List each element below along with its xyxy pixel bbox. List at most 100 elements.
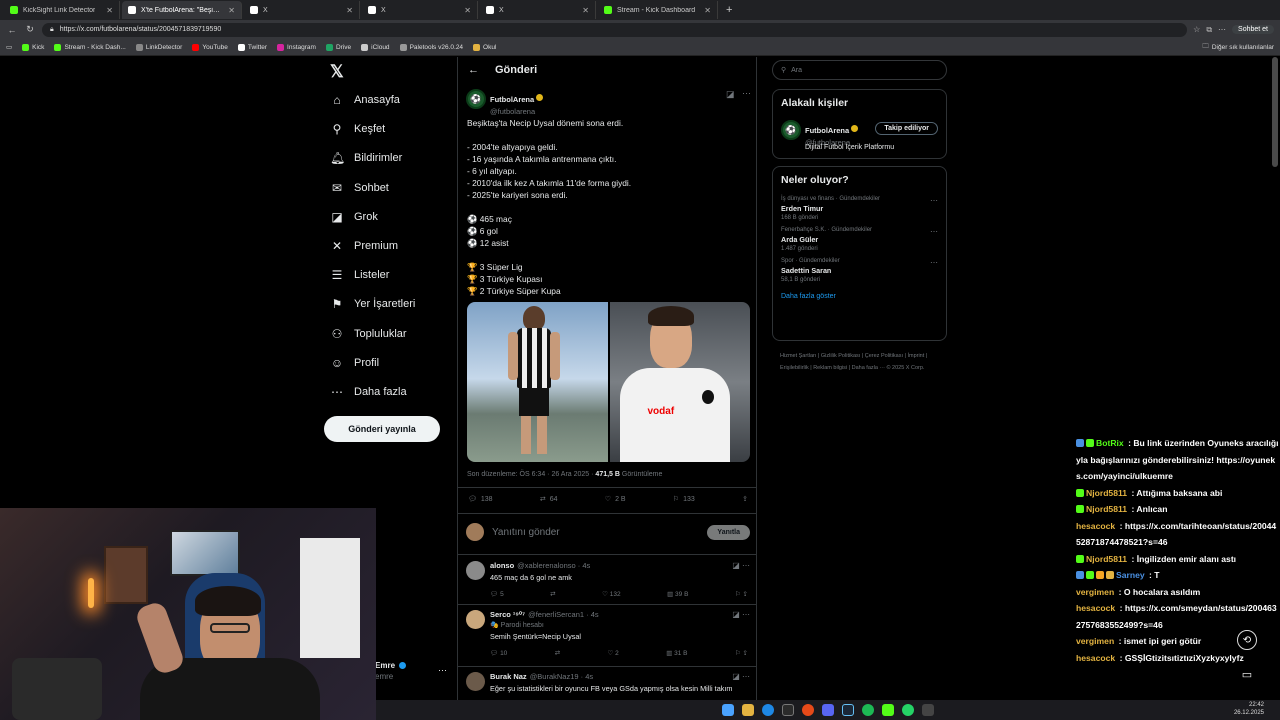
bookmark-item[interactable]: Twitter [237,43,267,51]
reply-button[interactable]: Yanıtla [707,524,750,540]
trend-item[interactable]: Spor · Gündemdekiler Sadettin Saran 58,1 B… [773,252,946,283]
browser-tab[interactable]: Stream - Kick Dashboard ✕ [598,1,718,19]
footer-links[interactable]: Hizmet Şartları | Gizlilik Politikası | … [780,350,950,374]
url-input[interactable]: 🔒︎ https://x.com/futbolarena/status/2004… [42,22,1188,37]
bookmark-item[interactable]: Okul [473,43,496,51]
bookmark-item[interactable]: Instagram [277,43,316,51]
browser-tab[interactable]: X ✕ [244,1,360,19]
sidebar-item-home[interactable]: ⌂ Anasayfa [330,93,400,107]
kick-icon[interactable] [882,704,894,716]
bookmark-item[interactable]: Paletools v26.0.24 [399,43,463,51]
back-icon[interactable]: ← [6,25,18,35]
sidebar-item-explore[interactable]: ⚲ Keşfet [330,122,386,136]
reply-action[interactable]: 💬︎ 10 [490,649,507,657]
chat-username[interactable]: Njord5811 [1086,488,1127,498]
sidebar-item-grok[interactable]: ◪ Grok [330,210,378,224]
show-more-link[interactable]: Daha fazla göster [773,283,946,306]
browser-tab[interactable]: X'te FutbolArena: "Beşiktaş'ta Nec ✕ [122,1,242,19]
share-icon[interactable]: ⇪ [743,650,748,657]
heart-action[interactable]: ♡ 2 [608,649,619,657]
grok-icon[interactable]: ◪ [732,610,742,619]
reply-more-icon[interactable]: ⋯ [742,561,750,570]
grok-icon[interactable]: ◪ [726,89,735,100]
repost-action[interactable]: ⇄ [555,649,560,657]
browser-tab[interactable]: X ✕ [480,1,596,19]
windows-start-icon[interactable] [722,704,734,716]
trend-item[interactable]: Fenerbahçe S.K. · Gündemdekiler Arda Güle… [773,221,946,252]
whatsapp-icon[interactable] [902,704,914,716]
post-button[interactable]: Gönderi yayınla [324,416,440,442]
sidebar-item-lists[interactable]: ☰ Listeler [330,268,390,282]
tab-close-icon[interactable]: ✕ [464,6,471,15]
chat-username[interactable]: hesacock [1076,653,1115,663]
chat-username[interactable]: Njord5811 [1086,554,1127,564]
bookmark-item[interactable]: Stream - Kick Dash... [54,43,126,51]
tab-close-icon[interactable]: ✕ [346,6,353,15]
sidebar-item-more[interactable]: ⋯ Daha fazla [330,385,407,399]
other-bookmarks[interactable]: 🗀 Diğer sık kullanılanlar [1202,42,1274,53]
app-icon[interactable] [802,704,814,716]
account-more-icon[interactable]: ⋯ [438,665,447,676]
bookmark-action[interactable]: ⚐ 133 [673,495,695,504]
chat-username[interactable]: Sarney [1116,570,1145,580]
grok-icon[interactable]: ◪ [732,561,742,570]
reply-avatar[interactable] [466,672,485,691]
sidebar-item-profile[interactable]: ☺ Profil [330,356,379,370]
chat-username[interactable]: hesacock [1076,521,1115,531]
follow-button[interactable]: Takip ediliyor [875,122,938,135]
reload-icon[interactable]: ↻ [24,24,36,35]
chat-username[interactable]: hesacock [1076,603,1115,613]
menu-icon[interactable]: ⋯ [1218,25,1226,34]
star-icon[interactable]: ☆ [1193,25,1200,34]
reply-item[interactable]: alonso @xablerenalonso · 4s ◪ ⋯ 465 maç da … [466,561,750,598]
post-more-icon[interactable]: ⋯ [742,88,751,99]
reply-avatar[interactable] [466,610,485,629]
chat-popout-icon[interactable]: ▭ [1237,666,1257,682]
extensions-icon[interactable]: ⧉ [1206,25,1212,35]
views-action[interactable]: ▥ 31 B [666,649,687,657]
tab-close-icon[interactable]: ✕ [582,6,589,15]
repost-action[interactable]: ⇄ [550,590,555,598]
scrollbar[interactable] [1272,57,1278,167]
chat-username[interactable]: vergimen [1076,636,1114,646]
bookmark-icon[interactable]: ⚐ [735,591,743,598]
post-author[interactable]: ⚽ FutbolArena @futbolarena [466,89,544,116]
related-avatar[interactable]: ⚽ [781,120,801,140]
author-handle[interactable]: @futbolarena [490,107,543,116]
chat-button[interactable]: Sohbet et [1232,25,1274,34]
author-name[interactable]: FutbolArena [490,95,534,104]
tab-close-icon[interactable]: ✕ [704,6,711,15]
obs-icon[interactable] [922,704,934,716]
post-media[interactable]: vodaf [467,302,750,462]
reply-item[interactable]: Serco ¹⁹⁰⁷ @fenerliSercan1 · 4s ◪ ⋯ 🎭 Parod… [466,610,750,657]
reply-action[interactable]: 💬︎ 5 [490,590,504,598]
trend-more-icon[interactable]: ⋯ [930,227,938,236]
tab-close-icon[interactable]: ✕ [228,6,235,15]
reply-author-name[interactable]: alonso [490,561,514,570]
author-avatar[interactable]: ⚽ [466,89,486,109]
refresh-chat-icon[interactable]: ⟲ [1237,630,1257,650]
reply-more-icon[interactable]: ⋯ [742,610,750,619]
terminal-icon[interactable] [782,704,794,716]
chat-username[interactable]: BotRix [1096,438,1124,448]
bookmark-item[interactable]: Drive [325,43,351,51]
chat-username[interactable]: Njord5811 [1086,504,1127,514]
like-action[interactable]: ♡ 2 B [605,495,626,504]
bookmark-item[interactable]: LinkDetector [135,43,182,51]
chat-username[interactable]: vergimen [1076,587,1114,597]
clock[interactable]: 22:42 26.12.2025 [1234,701,1264,717]
photo-player-jacket[interactable]: vodaf [609,302,750,462]
sidebar-item-communities[interactable]: ⚇ Topluluklar [330,327,407,341]
bookmark-item[interactable]: Kick [22,43,44,51]
reply-more-icon[interactable]: ⋯ [742,672,750,681]
tab-close-icon[interactable]: ✕ [106,6,113,15]
new-tab-icon[interactable]: + [726,4,732,16]
related-person[interactable]: ⚽ FutbolArena @futbolarena [781,120,859,147]
share-icon[interactable]: ⇪ [742,495,748,503]
bookmark-item[interactable]: iCloud [361,43,390,51]
reply-action[interactable]: 💬︎ 138 [468,495,493,504]
sidebar-item-notifications[interactable]: 🔔︎ Bildirimler [330,151,402,165]
search-input[interactable]: ⚲ Ara [772,60,947,80]
back-arrow-icon[interactable]: ← [468,64,479,76]
reply-author-name[interactable]: Serco ¹⁹⁰⁷ [490,610,525,619]
